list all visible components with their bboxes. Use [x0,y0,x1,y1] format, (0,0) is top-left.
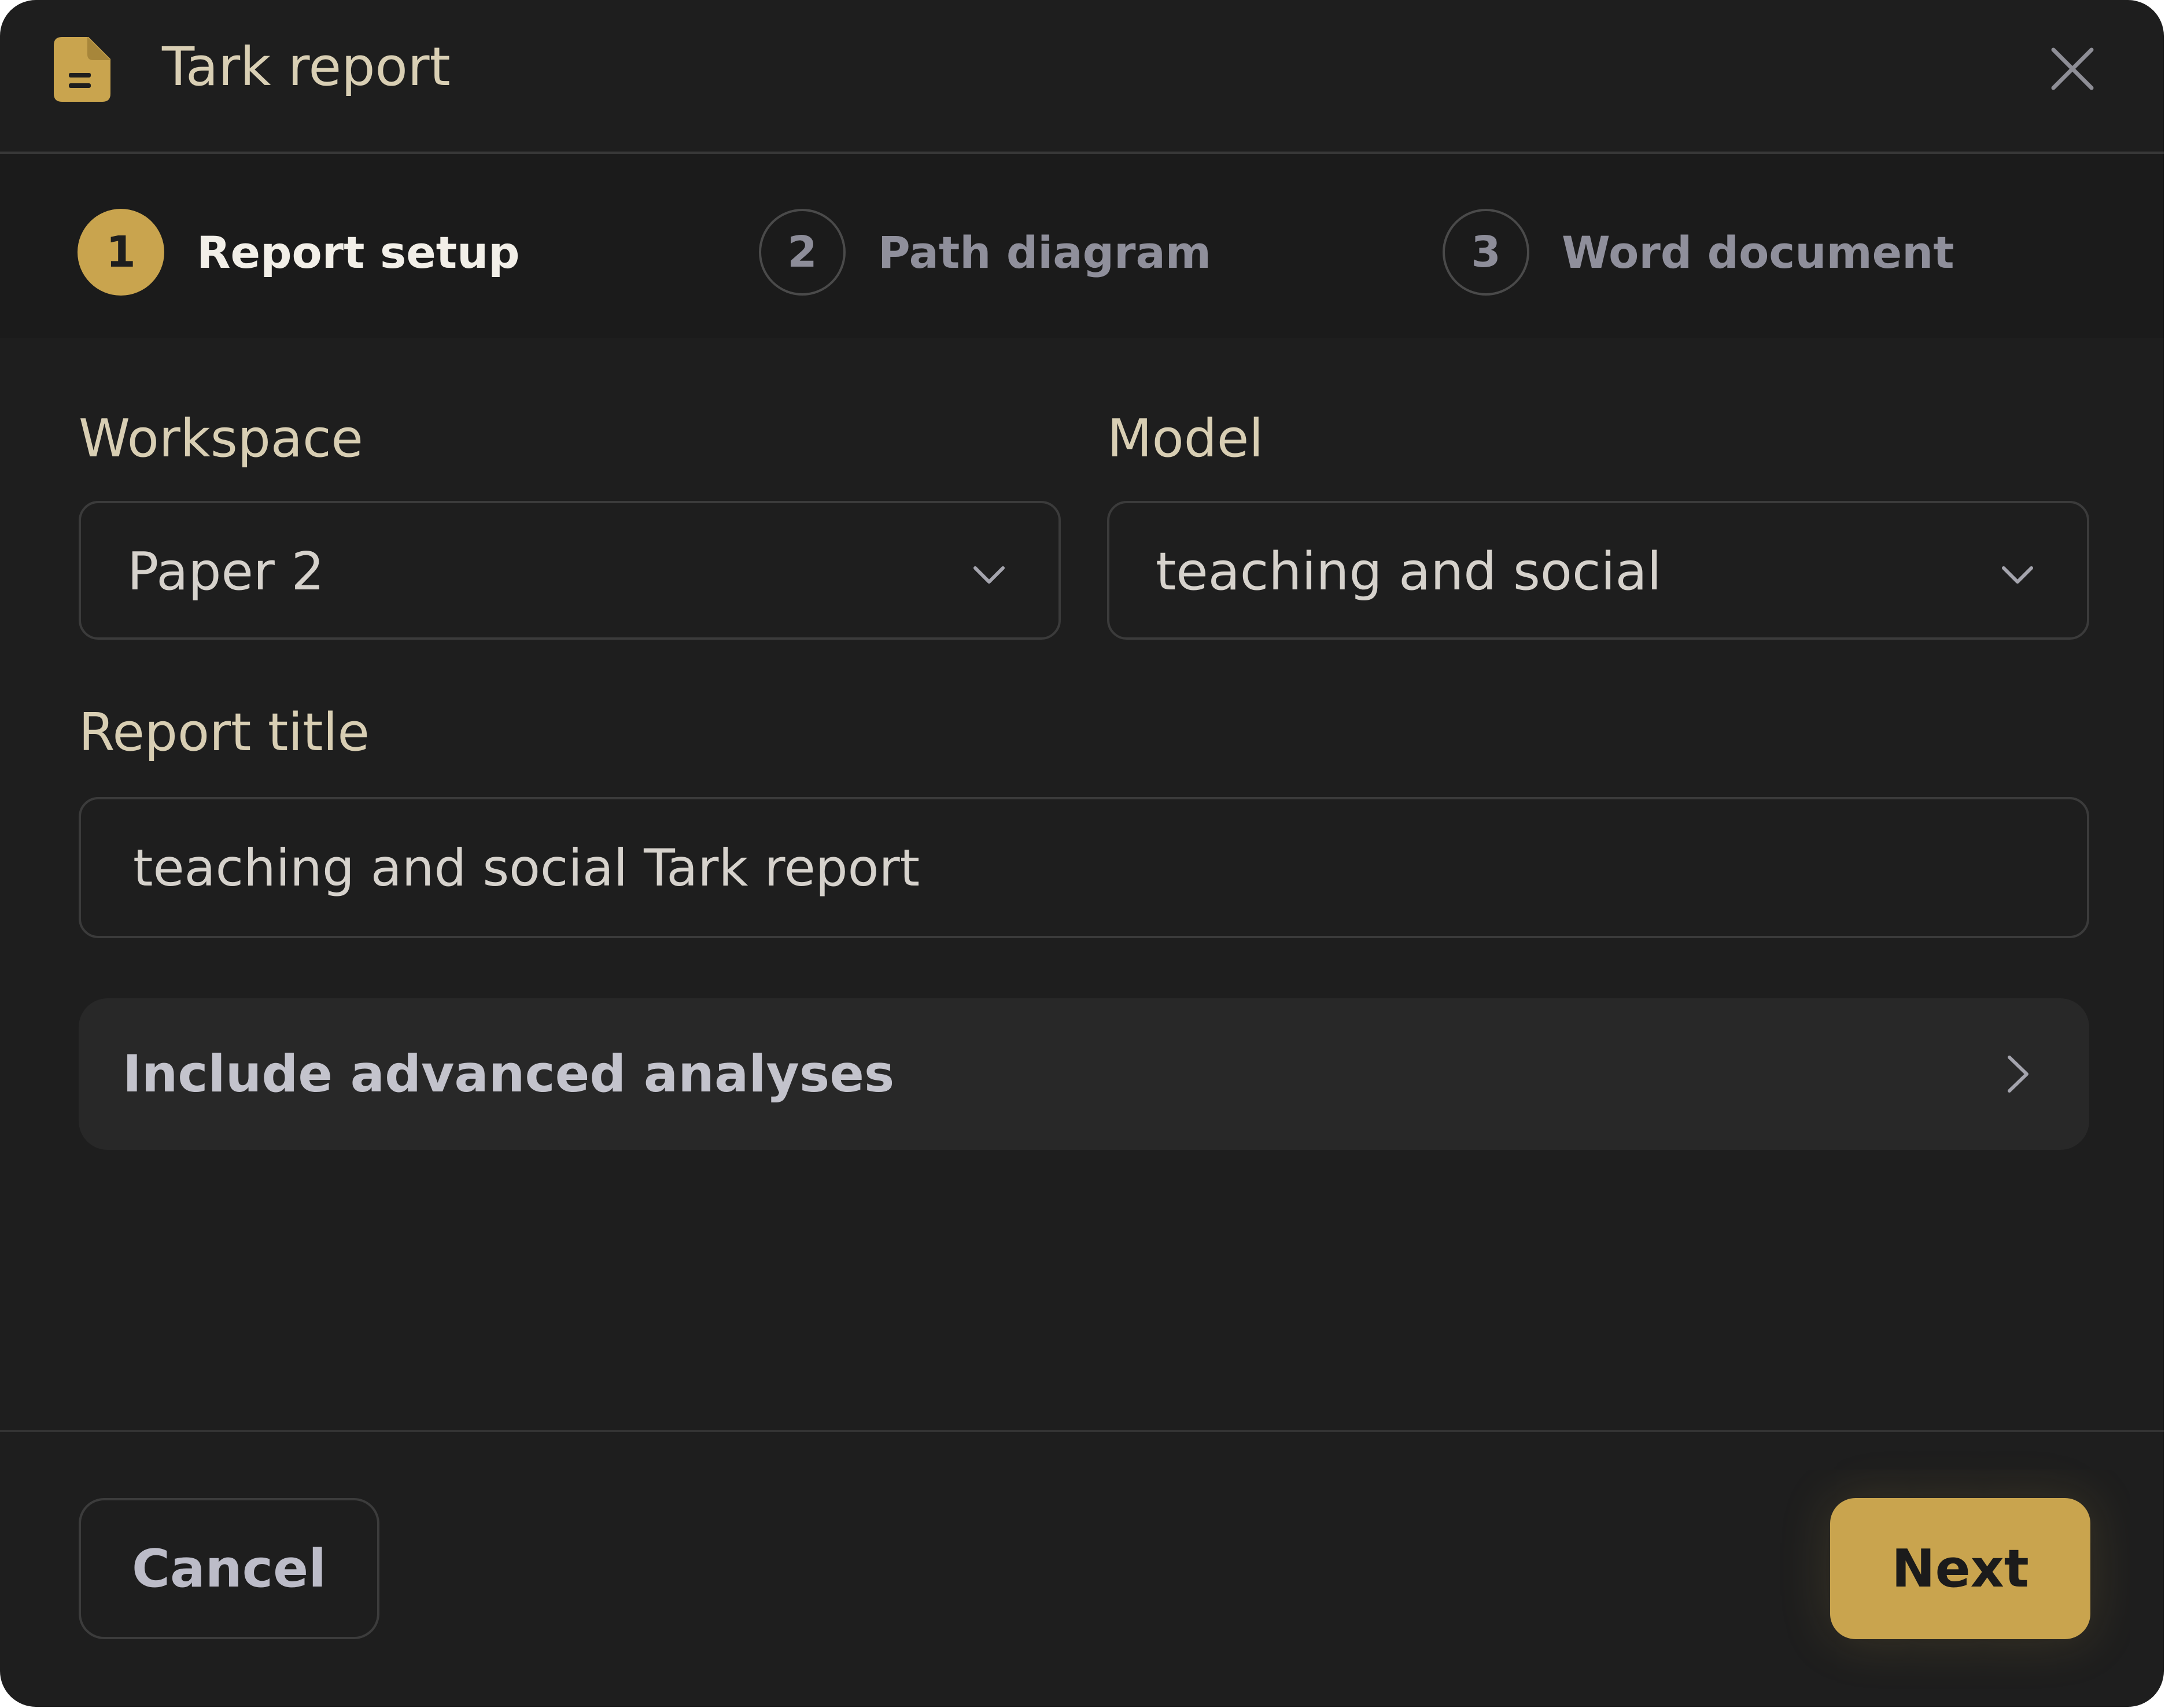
step-path-diagram[interactable]: 2 Path diagram [759,206,1211,298]
step-label: Report setup [197,226,520,278]
step-label: Path diagram [878,226,1211,278]
tark-report-dialog: Tark report 1 Report setup 2 Path diagra… [0,0,2164,1707]
step-number: 1 [78,209,164,296]
report-title-input[interactable] [79,797,2089,938]
document-icon [54,37,110,102]
step-label: Word document [1562,226,1954,278]
stepper: 1 Report setup 2 Path diagram 3 Word doc… [0,154,2164,338]
step-report-setup[interactable]: 1 Report setup [78,206,520,298]
model-select[interactable]: teaching and social [1107,501,2089,640]
workspace-select[interactable]: Paper 2 [79,501,1061,640]
chevron-down-icon [2002,566,2033,584]
cancel-button[interactable]: Cancel [79,1498,379,1639]
workspace-value: Paper 2 [127,541,324,602]
step-word-document[interactable]: 3 Word document [1443,206,1954,298]
close-icon[interactable] [2048,44,2097,94]
advanced-analyses-label: Include advanced analyses [123,1044,895,1104]
report-title-label: Report title [79,702,370,763]
model-label: Model [1107,408,1264,469]
next-button[interactable]: Next [1830,1498,2090,1639]
workspace-label: Workspace [79,408,363,469]
step-number: 3 [1443,209,1529,296]
chevron-down-icon [973,566,1005,584]
chevron-right-icon [2008,1056,2028,1093]
model-value: teaching and social [1156,541,1662,602]
dialog-title: Tark report [162,36,451,98]
footer-divider [0,1430,2164,1432]
advanced-analyses-toggle[interactable]: Include advanced analyses [79,998,2089,1150]
step-number: 2 [759,209,846,296]
dialog-header: Tark report [0,0,2164,154]
